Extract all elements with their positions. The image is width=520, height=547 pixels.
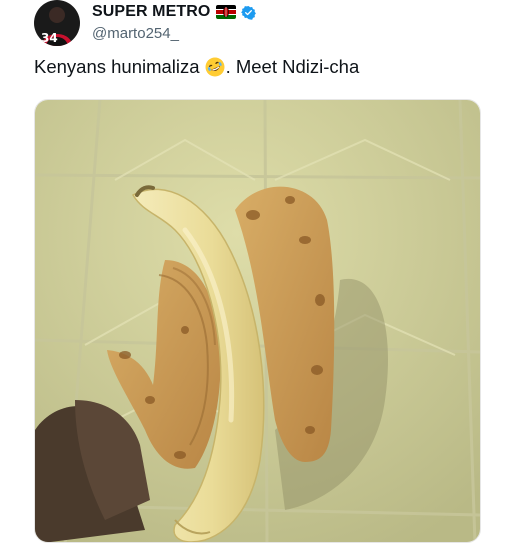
display-name[interactable]: SUPER METRO xyxy=(92,3,210,21)
tweet-photo[interactable] xyxy=(34,99,481,543)
tweet-header: 34 SUPER METRO @marto254_ xyxy=(34,0,494,46)
tweet-text-after: . Meet Ndizi-cha xyxy=(225,56,360,77)
tweet-text-before: Kenyans hunimaliza xyxy=(34,56,200,77)
user-handle[interactable]: @marto254_ xyxy=(92,25,256,42)
avatar[interactable]: 34 xyxy=(34,0,80,46)
tweet-text: Kenyans hunimaliza . Meet Ndizi-cha xyxy=(34,56,359,78)
profile-avatar: 34 xyxy=(34,0,80,46)
name-row: SUPER METRO xyxy=(92,2,257,22)
kenya-flag-icon xyxy=(216,5,237,19)
user-info: SUPER METRO @marto254_ xyxy=(92,2,257,42)
svg-text:34: 34 xyxy=(41,31,58,45)
rolling-on-floor-laughing-icon xyxy=(205,57,225,77)
verified-badge-icon xyxy=(241,5,257,20)
banana-wrapped-in-chapati-photo xyxy=(35,100,480,542)
